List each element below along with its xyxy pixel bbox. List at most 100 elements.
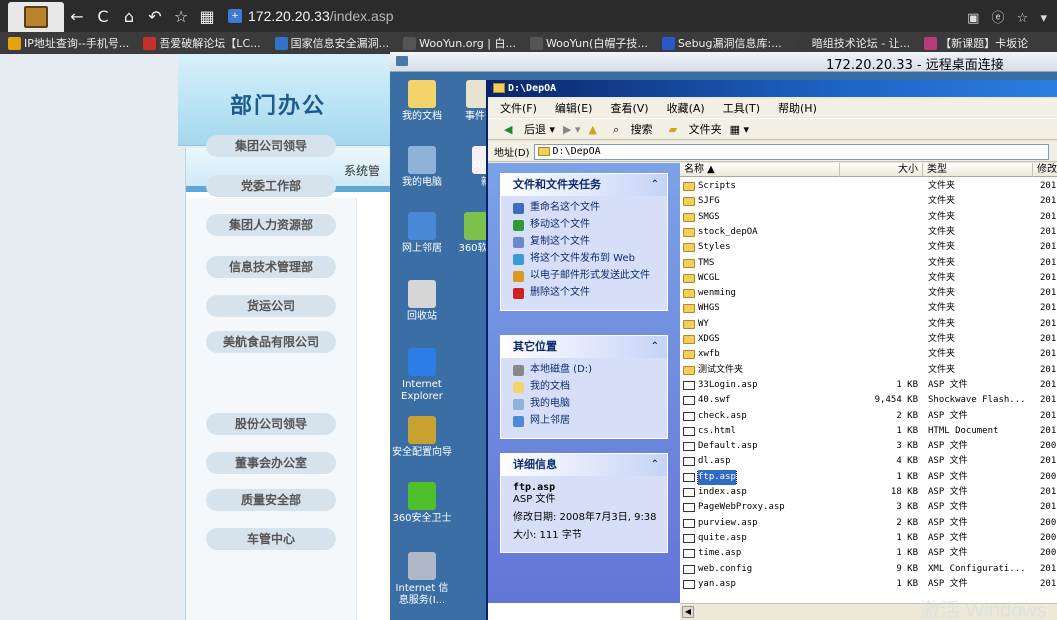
desktop-icon[interactable]: 360安全卫士 bbox=[392, 482, 452, 525]
desktop-icon[interactable]: 网上邻居 bbox=[392, 212, 452, 255]
department-button[interactable]: 信息技术管理部 bbox=[206, 256, 336, 278]
back-icon[interactable]: ← bbox=[64, 7, 90, 26]
desktop-icon[interactable]: 回收站 bbox=[392, 280, 452, 323]
file-row[interactable]: web.config 9 KB XML Configurati... 201 bbox=[680, 562, 1057, 577]
department-button[interactable]: 美航食品有限公司 bbox=[206, 331, 336, 353]
address-input[interactable]: D:\DepOA bbox=[533, 143, 1049, 160]
folder-row[interactable]: Styles 文件夹 201 bbox=[680, 240, 1057, 255]
forward-button[interactable]: ▶ ▾ bbox=[563, 123, 580, 136]
url-bar[interactable]: + 172.20.20.33/index.asp bbox=[228, 8, 394, 24]
department-button[interactable]: 货运公司 bbox=[206, 295, 336, 317]
department-button[interactable]: 股份公司领导 bbox=[206, 413, 336, 435]
task-item[interactable]: 移动这个文件 bbox=[513, 219, 659, 231]
collapse-icon[interactable]: ⌃ bbox=[651, 454, 659, 476]
department-button[interactable]: 集团公司领导 bbox=[206, 135, 336, 157]
file-row[interactable]: cs.html 1 KB HTML Document 201 bbox=[680, 424, 1057, 439]
bookmark-item[interactable]: 吾爱破解论坛【LC... bbox=[143, 35, 261, 51]
place-item[interactable]: 我的文档 bbox=[513, 381, 659, 393]
bookmark-item[interactable]: Sebug漏洞信息库:... bbox=[661, 35, 782, 51]
department-button[interactable]: 党委工作部 bbox=[206, 175, 336, 197]
back-button[interactable]: ◀ 后退 ▾ bbox=[496, 121, 555, 137]
other-places-header[interactable]: 其它位置 ⌃ bbox=[501, 336, 667, 358]
menu-item[interactable]: 帮助(H) bbox=[778, 100, 817, 116]
folder-row[interactable]: SMGS 文件夹 201 bbox=[680, 210, 1057, 225]
bookmark-item[interactable]: 国家信息安全漏洞... bbox=[274, 35, 389, 51]
up-folder-icon[interactable]: ▲ bbox=[588, 123, 596, 136]
desktop-icon[interactable]: 我的电脑 bbox=[392, 146, 452, 189]
column-size[interactable]: 大小 bbox=[840, 163, 923, 177]
file-row[interactable]: dl.asp 4 KB ASP 文件 201 bbox=[680, 454, 1057, 469]
details-header[interactable]: 详细信息 ⌃ bbox=[501, 454, 667, 476]
file-row[interactable]: quite.asp 1 KB ASP 文件 200 bbox=[680, 531, 1057, 546]
folder-row[interactable]: Scripts 文件夹 201 bbox=[680, 179, 1057, 194]
folder-row[interactable]: wenming 文件夹 201 bbox=[680, 286, 1057, 301]
bookmark-item[interactable]: 暗组技术论坛 - 让... bbox=[795, 35, 910, 51]
department-button[interactable]: 董事会办公室 bbox=[206, 452, 336, 474]
file-row[interactable]: time.asp 1 KB ASP 文件 200 bbox=[680, 546, 1057, 561]
column-name[interactable]: 名称 ▲ bbox=[680, 163, 840, 177]
folder-row[interactable]: WHGS 文件夹 201 bbox=[680, 301, 1057, 316]
folder-row[interactable]: XDGS 文件夹 201 bbox=[680, 332, 1057, 347]
toolbar-right-icons[interactable]: ▣ ⓔ ☆ ▾ bbox=[967, 7, 1051, 26]
task-item[interactable]: 删除这个文件 bbox=[513, 287, 659, 299]
folder-row[interactable]: stock_depOA 文件夹 201 bbox=[680, 225, 1057, 240]
menu-item[interactable]: 工具(T) bbox=[723, 100, 760, 116]
folder-row[interactable]: 测试文件夹 文件夹 201 bbox=[680, 363, 1057, 378]
menu-item[interactable]: 查看(V) bbox=[610, 100, 648, 116]
desktop-icon[interactable]: Internet Explorer bbox=[392, 348, 452, 403]
folder-row[interactable]: SJFG 文件夹 201 bbox=[680, 194, 1057, 209]
file-icon bbox=[683, 503, 695, 513]
department-button[interactable]: 质量安全部 bbox=[206, 489, 336, 511]
bookmark-item[interactable]: 【新课题】卡坂论 bbox=[924, 35, 1028, 51]
place-item[interactable]: 网上邻居 bbox=[513, 415, 659, 427]
place-item[interactable]: 我的电脑 bbox=[513, 398, 659, 410]
file-row[interactable]: 40.swf 9,454 KB Shockwave Flash... 201 bbox=[680, 393, 1057, 408]
views-button[interactable]: ▦ ▾ bbox=[730, 123, 749, 136]
file-name: web.config bbox=[698, 563, 753, 574]
bookmark-item[interactable]: WooYun(白帽子技... bbox=[529, 35, 648, 51]
task-item[interactable]: 重命名这个文件 bbox=[513, 202, 659, 214]
file-row[interactable]: check.asp 2 KB ASP 文件 201 bbox=[680, 409, 1057, 424]
folder-row[interactable]: WY 文件夹 201 bbox=[680, 317, 1057, 332]
desktop-icon[interactable]: 我的文档 bbox=[392, 80, 452, 123]
file-row[interactable]: ftp.asp 1 KB ASP 文件 200 bbox=[680, 469, 1057, 485]
bookmark-item[interactable]: IP地址查询--手机号... bbox=[8, 35, 129, 51]
task-item[interactable]: 将这个文件发布到 Web bbox=[513, 253, 659, 265]
menu-item[interactable]: 文件(F) bbox=[500, 100, 537, 116]
collapse-icon[interactable]: ⌃ bbox=[651, 336, 659, 358]
folder-row[interactable]: TMS 文件夹 201 bbox=[680, 256, 1057, 271]
file-icon bbox=[683, 549, 695, 559]
department-button[interactable]: 车管中心 bbox=[206, 528, 336, 550]
file-row[interactable]: purview.asp 2 KB ASP 文件 200 bbox=[680, 516, 1057, 531]
department-button[interactable]: 集团人力资源部 bbox=[206, 214, 336, 236]
file-row[interactable]: 33Login.asp 1 KB ASP 文件 201 bbox=[680, 378, 1057, 393]
browser-tab[interactable] bbox=[8, 2, 64, 32]
folder-row[interactable]: WCGL 文件夹 201 bbox=[680, 271, 1057, 286]
task-item[interactable]: 以电子邮件形式发送此文件 bbox=[513, 270, 659, 282]
file-tasks-header[interactable]: 文件和文件夹任务 ⌃ bbox=[501, 174, 667, 196]
collapse-icon[interactable]: ⌃ bbox=[651, 174, 659, 196]
menu-item[interactable]: 编辑(E) bbox=[555, 100, 593, 116]
file-row[interactable]: yan.asp 1 KB ASP 文件 201 bbox=[680, 577, 1057, 592]
place-item[interactable]: 本地磁盘 (D:) bbox=[513, 364, 659, 376]
undo-icon[interactable]: ↶ bbox=[142, 7, 168, 26]
task-item[interactable]: 复制这个文件 bbox=[513, 236, 659, 248]
home-icon[interactable]: ⌂ bbox=[116, 7, 142, 26]
desktop-icon[interactable]: Internet 信息服务(I... bbox=[392, 552, 452, 607]
star-icon[interactable]: ☆ bbox=[168, 7, 194, 26]
folders-button[interactable]: ▰ 文件夹 bbox=[661, 121, 722, 137]
column-type[interactable]: 类型 bbox=[923, 163, 1033, 177]
reload-icon[interactable]: C bbox=[90, 7, 116, 26]
grid-icon[interactable]: ▦ bbox=[194, 7, 220, 26]
desktop-icon[interactable]: 安全配置向导 bbox=[392, 416, 452, 459]
file-row[interactable]: PageWebProxy.asp 3 KB ASP 文件 201 bbox=[680, 500, 1057, 515]
folder-row[interactable]: xwfb 文件夹 201 bbox=[680, 347, 1057, 362]
search-button[interactable]: ⌕ 搜索 bbox=[605, 121, 653, 137]
file-row[interactable]: index.asp 18 KB ASP 文件 201 bbox=[680, 485, 1057, 500]
scroll-left-icon[interactable]: ◀ bbox=[682, 606, 694, 618]
file-row[interactable]: Default.asp 3 KB ASP 文件 200 bbox=[680, 439, 1057, 454]
bookmark-item[interactable]: WooYun.org | 白... bbox=[403, 35, 516, 51]
menu-item[interactable]: 收藏(A) bbox=[667, 100, 705, 116]
other-places-title: 其它位置 bbox=[513, 340, 557, 353]
column-date[interactable]: 修改 bbox=[1033, 163, 1057, 177]
